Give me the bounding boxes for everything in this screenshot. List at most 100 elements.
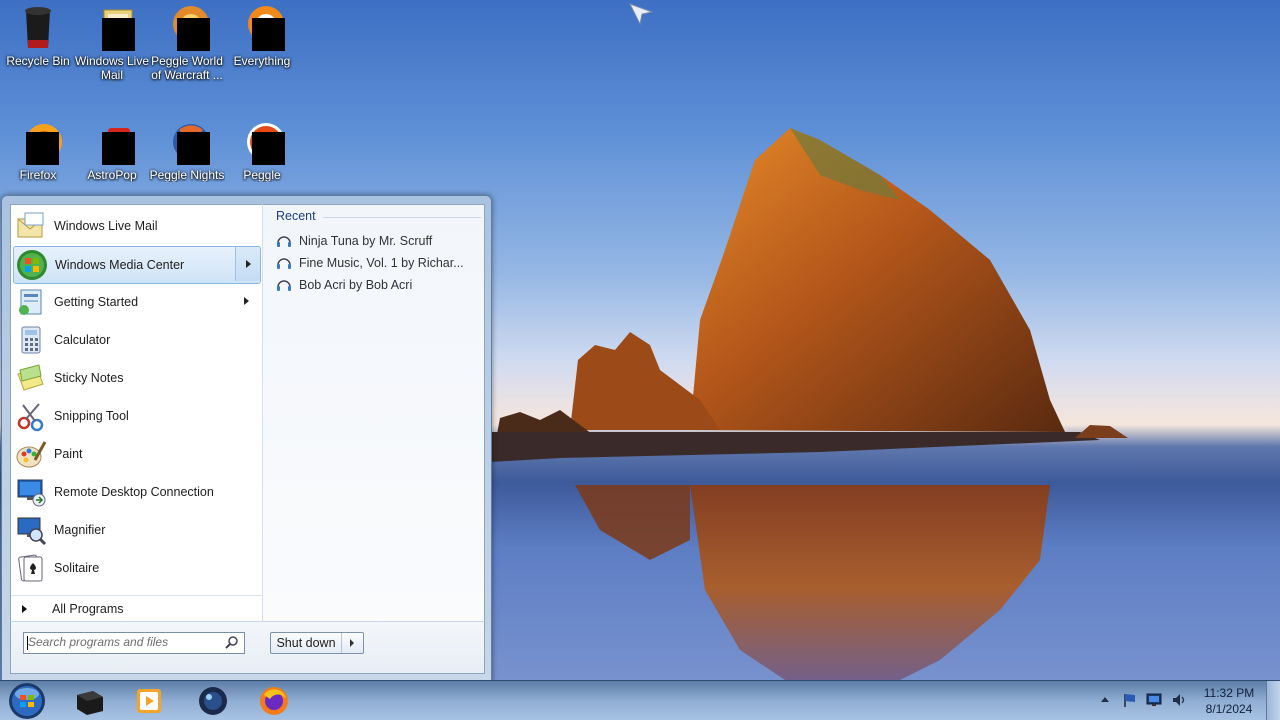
mail-icon [88, 4, 136, 52]
start-item-getting-started[interactable]: Getting Started [13, 284, 259, 320]
desktop-icon-label: Recycle Bin [6, 54, 70, 68]
start-menu-jump-list-pane: Recent Ninja Tuna by Mr. Scruff Fine Mus… [262, 204, 485, 622]
shut-down-options-button[interactable] [341, 633, 363, 653]
recent-header: Recent [276, 209, 316, 223]
snipping-tool-icon [15, 400, 47, 432]
action-center-flag-icon[interactable] [1122, 692, 1138, 708]
start-item-label: Windows Media Center [55, 258, 185, 272]
desktop-icon-peggle-nights[interactable]: Peggle Nights [149, 118, 225, 182]
start-item-remote-desktop[interactable]: Remote Desktop Connection [13, 474, 259, 510]
start-item-label: Solitaire [54, 561, 100, 575]
peggle-deluxe-icon [238, 118, 286, 166]
desktop-icon-label: Peggle World of Warcraft ... [151, 54, 223, 82]
mouse-cursor-icon [628, 2, 654, 29]
taskbar-button-media[interactable] [61, 683, 117, 719]
firefox-icon [260, 687, 288, 715]
peggle-nights-icon [199, 687, 227, 715]
paint-icon [15, 438, 47, 470]
getting-started-icon [15, 286, 47, 318]
start-item-label: Getting Started [54, 295, 139, 309]
search-input[interactable] [28, 634, 218, 650]
firefox-icon [14, 118, 62, 166]
music-headphones-icon [277, 280, 291, 291]
windows-live-mail-icon [15, 210, 47, 242]
everything-icon [238, 4, 286, 52]
recycle-bin-icon [14, 4, 62, 52]
network-icon[interactable] [1146, 692, 1162, 708]
system-clock[interactable]: 11:32 PM 8/1/2024 [1196, 685, 1262, 717]
chevron-right-icon[interactable] [244, 297, 249, 305]
shut-down-button[interactable]: Shut down [270, 632, 364, 654]
media-box-icon [77, 691, 103, 715]
calculator-icon [15, 324, 47, 356]
start-item-label: Snipping Tool [54, 409, 129, 423]
media-player-icon [137, 689, 161, 713]
show-desktop-button[interactable] [1266, 681, 1280, 720]
desktop-icon-windows-live-mail[interactable]: Windows Live Mail [74, 4, 150, 82]
start-item-snipping-tool[interactable]: Snipping Tool [13, 398, 259, 434]
desktop-icon-label: Windows Live Mail [74, 54, 150, 82]
astropop-icon [88, 118, 136, 166]
search-box[interactable] [23, 632, 245, 654]
recent-item-label: Bob Acri by Bob Acri [299, 278, 413, 292]
desktop-icon-label: Peggle Deluxe [243, 168, 281, 182]
desktop-icon-firefox[interactable]: Firefox [0, 118, 76, 182]
chevron-right-icon [350, 639, 354, 647]
recent-divider [323, 217, 481, 218]
start-item-label: Calculator [54, 333, 111, 347]
recent-item[interactable]: Fine Music, Vol. 1 by Richar... [276, 254, 464, 272]
start-menu-programs-pane: Windows Live Mail Windows Media Center G… [10, 204, 262, 622]
desktop-icon-label: AstroPop Deluxe [87, 168, 137, 182]
volume-icon[interactable] [1171, 692, 1187, 708]
start-item-windows-media-center[interactable]: Windows Media Center [13, 246, 261, 284]
taskbar: 11:32 PM 8/1/2024 [0, 680, 1280, 720]
start-item-label: Paint [54, 447, 83, 461]
search-icon[interactable] [224, 635, 240, 651]
start-button[interactable] [5, 682, 49, 720]
taskbar-button-media-player[interactable] [121, 683, 177, 719]
start-item-solitaire[interactable]: Solitaire [13, 550, 259, 586]
start-item-label: Magnifier [54, 523, 106, 537]
start-item-sticky-notes[interactable]: Sticky Notes [13, 360, 259, 396]
desktop-icon-label: Everything [233, 54, 291, 68]
recent-item[interactable]: Bob Acri by Bob Acri [276, 276, 412, 294]
tray-overflow-arrow-icon[interactable] [1101, 697, 1109, 702]
clock-date: 8/1/2024 [1205, 702, 1253, 716]
start-item-label: Remote Desktop Connection [54, 485, 214, 499]
start-menu: Windows Live Mail Windows Media Center G… [1, 195, 492, 682]
start-item-calculator[interactable]: Calculator [13, 322, 259, 358]
sticky-notes-icon [15, 362, 47, 394]
start-item-label: Windows Live Mail [54, 219, 158, 233]
start-menu-bottom-bar: Shut down [10, 621, 485, 674]
start-item-label: Sticky Notes [54, 371, 124, 385]
desktop-icon-everything[interactable]: Everything [224, 4, 300, 68]
clock-time: 11:32 PM [1203, 686, 1255, 700]
desktop-icon-label: Firefox [19, 168, 57, 182]
recent-item-label: Ninja Tuna by Mr. Scruff [299, 234, 433, 248]
all-programs-button[interactable]: All Programs [11, 595, 262, 622]
windows-media-center-icon [16, 249, 48, 281]
music-headphones-icon [277, 236, 291, 247]
taskbar-button-peggle-nights[interactable] [185, 683, 241, 719]
chevron-right-icon [22, 605, 27, 613]
start-item-magnifier[interactable]: Magnifier [13, 512, 259, 548]
start-item-windows-live-mail[interactable]: Windows Live Mail [13, 208, 259, 244]
desktop-icon-recycle-bin[interactable]: Recycle Bin [0, 4, 76, 68]
solitaire-icon [15, 552, 47, 584]
music-headphones-icon [277, 258, 291, 269]
peggle-wow-icon [163, 4, 211, 52]
recent-item[interactable]: Ninja Tuna by Mr. Scruff [276, 232, 432, 250]
desktop-icon-astropop[interactable]: AstroPop Deluxe [74, 118, 150, 182]
chevron-right-icon [246, 260, 251, 268]
remote-desktop-icon [15, 476, 47, 508]
recent-item-label: Fine Music, Vol. 1 by Richar... [299, 256, 464, 270]
jump-list-arrow-button[interactable] [235, 247, 260, 281]
taskbar-button-firefox[interactable] [246, 683, 302, 719]
peggle-nights-icon [163, 118, 211, 166]
desktop-icon-peggle-deluxe[interactable]: Peggle Deluxe [224, 118, 300, 182]
desktop-icon-label: Peggle Nights [149, 168, 225, 182]
desktop-icon-peggle-wow[interactable]: Peggle World of Warcraft ... [149, 4, 225, 82]
start-item-paint[interactable]: Paint [13, 436, 259, 472]
shut-down-label: Shut down [276, 636, 336, 650]
magnifier-icon [15, 514, 47, 546]
